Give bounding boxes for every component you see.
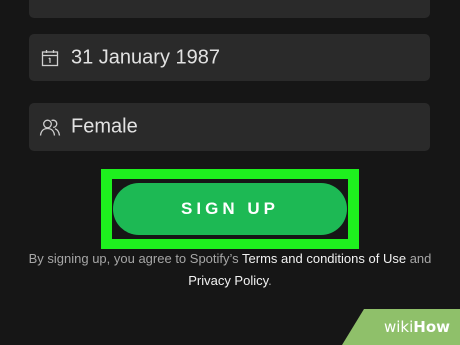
gender-field[interactable]: Female <box>29 103 430 151</box>
sign-up-button[interactable]: SIGN UP <box>113 183 347 235</box>
watermark-wiki: wiki <box>383 318 414 336</box>
terms-notice: By signing up, you agree to Spotify’s Te… <box>8 248 452 292</box>
gender-value: Female <box>71 115 138 138</box>
date-of-birth-value: 31 January 1987 <box>71 46 221 68</box>
terms-prefix: By signing up, you agree to Spotify’s <box>28 251 243 266</box>
terms-suffix: . <box>268 273 272 288</box>
person-icon <box>39 116 61 138</box>
watermark-how: How <box>413 318 450 336</box>
terms-middle: and <box>406 251 432 266</box>
calendar-icon <box>39 47 61 69</box>
terms-link[interactable]: Terms and conditions of Use <box>242 251 406 266</box>
wikihow-watermark: wiki How <box>342 309 460 345</box>
date-of-birth-field[interactable]: 31 January 1987 <box>29 34 430 81</box>
privacy-policy-link[interactable]: Privacy Policy <box>188 273 268 288</box>
previous-field[interactable] <box>29 0 430 18</box>
